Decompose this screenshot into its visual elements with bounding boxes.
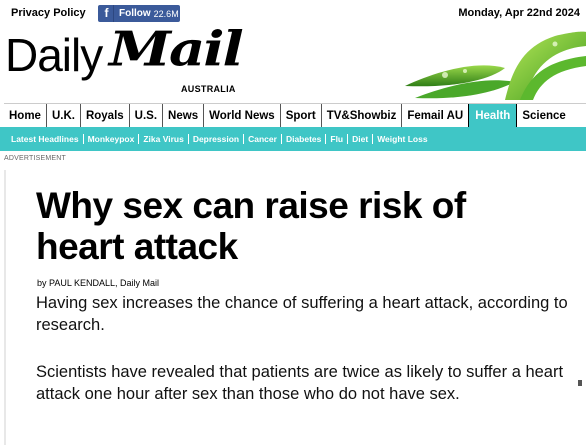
byline-prefix: by [37, 278, 50, 288]
byline-author-link[interactable]: PAUL KENDALL, Daily Mail [49, 278, 159, 288]
subnav-weight-loss[interactable]: Weight Loss [373, 134, 431, 144]
advertisement-label: ADVERTISEMENT [4, 155, 66, 162]
top-bar: Privacy Policy f Follow 22.6M Monday, Ap… [0, 0, 586, 26]
subnav-diet[interactable]: Diet [348, 134, 374, 144]
scrollbar-marker[interactable] [578, 380, 582, 386]
logo-daily-text: Daily [5, 29, 103, 81]
nav-science[interactable]: Science [517, 104, 570, 128]
article-paragraph: Scientists have revealed that patients a… [36, 363, 564, 403]
nav-tv-showbiz[interactable]: TV&Showbiz [322, 103, 403, 128]
subnav-depression[interactable]: Depression [189, 134, 245, 144]
subnav-flu[interactable]: Flu [326, 134, 349, 144]
subnav-diabetes[interactable]: Diabetes [282, 134, 327, 144]
article-headline: Why sex can raise risk of heart attack [36, 185, 466, 267]
subnav-cancer[interactable]: Cancer [244, 134, 282, 144]
nav-news[interactable]: News [163, 103, 205, 128]
current-date: Monday, Apr 22nd 2024 [458, 7, 580, 19]
subnav-zika-virus[interactable]: Zika Virus [139, 134, 189, 144]
nav-health[interactable]: Health [469, 103, 518, 128]
follow-label: Follow [119, 8, 151, 19]
facebook-icon: f [100, 5, 114, 22]
nav-sport[interactable]: Sport [281, 103, 322, 128]
nav-world-news[interactable]: World News [204, 103, 281, 128]
article-paragraph: Having sex increases the chance of suffe… [36, 294, 568, 334]
health-sub-navigation: Latest Headlines Monkeypox Zika Virus De… [0, 127, 586, 151]
article-body: Why sex can raise risk of heart attack b… [4, 170, 586, 445]
privacy-policy-link[interactable]: Privacy Policy [11, 7, 86, 19]
article-byline: by PAUL KENDALL, Daily Mail [37, 278, 159, 288]
nav-femail-au[interactable]: Femail AU [402, 103, 470, 128]
logo-region-text: AUSTRALIA [181, 84, 236, 94]
health-leaf-illustration [405, 31, 586, 100]
nav-us[interactable]: U.S. [130, 103, 164, 128]
logo-mail-text: Mail [109, 21, 244, 78]
nav-home[interactable]: Home [4, 103, 47, 128]
nav-royals[interactable]: Royals [81, 103, 130, 128]
nav-uk[interactable]: U.K. [47, 103, 81, 128]
main-navigation: Home U.K. Royals U.S. News World News Sp… [4, 103, 586, 128]
facebook-follow-button[interactable]: f Follow 22.6M [98, 5, 180, 22]
subnav-monkeypox[interactable]: Monkeypox [84, 134, 140, 144]
subnav-latest-headlines[interactable]: Latest Headlines [8, 134, 84, 144]
follower-count: 22.6M [153, 8, 179, 19]
